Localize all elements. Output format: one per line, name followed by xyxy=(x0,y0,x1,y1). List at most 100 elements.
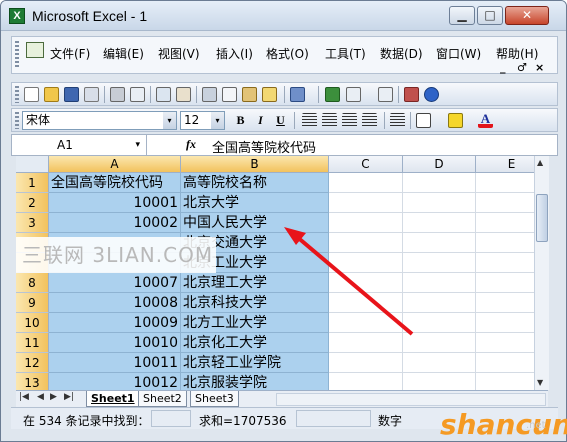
cell-code[interactable]: 10008 xyxy=(49,293,181,313)
cell-code[interactable]: 10009 xyxy=(49,313,181,333)
column-header-d[interactable]: D xyxy=(403,156,476,173)
fx-icon[interactable]: fx xyxy=(186,137,196,152)
chevron-down-icon[interactable]: ▾ xyxy=(135,135,140,155)
column-header-c[interactable]: C xyxy=(329,156,403,173)
cell-name[interactable]: 北方工业大学 xyxy=(181,313,329,333)
cell-code[interactable]: 10001 xyxy=(49,193,181,213)
font-size-select[interactable]: 12 ▾ xyxy=(180,111,225,130)
align-center-icon[interactable] xyxy=(322,113,337,128)
next-sheet-icon[interactable]: ▶ xyxy=(50,392,57,402)
menu-file[interactable]: 文件(F) xyxy=(50,45,90,62)
column-header-b[interactable]: B xyxy=(181,156,329,173)
copy-icon[interactable] xyxy=(222,87,237,102)
menu-window[interactable]: 窗口(W) xyxy=(436,45,481,62)
maximize-button[interactable]: □ xyxy=(477,6,503,25)
empty-cell[interactable] xyxy=(329,353,403,373)
cell-name[interactable]: 北京大学 xyxy=(181,193,329,213)
font-color-icon[interactable]: A xyxy=(478,112,493,128)
cell-name[interactable]: 中国人民大学 xyxy=(181,213,329,233)
autosum-icon[interactable] xyxy=(346,87,361,102)
row-header[interactable]: 11 xyxy=(16,333,49,353)
bold-button[interactable]: B xyxy=(232,112,249,129)
cell-name[interactable]: 北京理工大学 xyxy=(181,273,329,293)
chart-wizard-icon[interactable] xyxy=(404,87,419,102)
scroll-thumb[interactable] xyxy=(536,194,548,242)
empty-cell[interactable] xyxy=(329,293,403,313)
empty-cell[interactable] xyxy=(403,193,476,213)
underline-button[interactable]: U xyxy=(272,112,289,129)
cell-code[interactable]: 10010 xyxy=(49,333,181,353)
align-left-icon[interactable] xyxy=(302,113,317,128)
open-icon[interactable] xyxy=(44,87,59,102)
cell-code[interactable]: 10002 xyxy=(49,213,181,233)
hyperlink-icon[interactable] xyxy=(325,87,340,102)
cell-name[interactable]: 北京化工大学 xyxy=(181,333,329,353)
paste-icon[interactable] xyxy=(242,87,257,102)
save-icon[interactable] xyxy=(64,87,79,102)
select-all-corner[interactable] xyxy=(16,156,49,173)
research-icon[interactable] xyxy=(176,87,191,102)
cut-icon[interactable] xyxy=(202,87,217,102)
first-sheet-icon[interactable]: |◀ xyxy=(19,392,29,402)
menu-format[interactable]: 格式(O) xyxy=(266,45,309,62)
sheet-tab-2[interactable]: Sheet2 xyxy=(138,391,187,407)
prev-sheet-icon[interactable]: ◀ xyxy=(37,392,44,402)
font-name-select[interactable]: 宋体 ▾ xyxy=(22,111,177,130)
borders-icon[interactable] xyxy=(416,113,431,128)
empty-cell[interactable] xyxy=(403,273,476,293)
menu-help[interactable]: 帮助(H) xyxy=(496,45,538,62)
empty-cell[interactable] xyxy=(403,253,476,273)
empty-cell[interactable] xyxy=(403,213,476,233)
close-button[interactable]: ✕ xyxy=(505,6,549,25)
spelling-icon[interactable] xyxy=(156,87,171,102)
formula-input[interactable]: 全国高等院校代码 xyxy=(212,137,316,156)
empty-cell[interactable] xyxy=(329,333,403,353)
help-icon[interactable] xyxy=(424,87,439,102)
menu-view[interactable]: 视图(V) xyxy=(158,45,200,62)
print-preview-icon[interactable] xyxy=(130,87,145,102)
last-sheet-icon[interactable]: ▶| xyxy=(64,392,74,402)
row-header[interactable]: 12 xyxy=(16,353,49,373)
menu-insert[interactable]: 插入(I) xyxy=(216,45,253,62)
scroll-up-icon[interactable]: ▲ xyxy=(537,158,543,167)
format-painter-icon[interactable] xyxy=(262,87,277,102)
cell-name[interactable]: 北京轻工业学院 xyxy=(181,353,329,373)
cell-name[interactable]: 北京服装学院 xyxy=(181,373,329,390)
decrease-indent-icon[interactable] xyxy=(390,113,405,128)
chevron-down-icon[interactable]: ▾ xyxy=(163,112,176,129)
sheet-tab-3[interactable]: Sheet3 xyxy=(190,391,239,407)
fill-color-icon[interactable] xyxy=(448,113,463,128)
scroll-down-icon[interactable]: ▼ xyxy=(537,378,543,387)
doc-close-button[interactable]: × xyxy=(535,61,544,74)
empty-cell[interactable] xyxy=(329,193,403,213)
merge-center-icon[interactable] xyxy=(362,113,377,128)
empty-cell[interactable] xyxy=(329,373,403,390)
menu-tools[interactable]: 工具(T) xyxy=(325,45,366,62)
toolbar-grip[interactable] xyxy=(15,112,19,129)
menu-edit[interactable]: 编辑(E) xyxy=(103,45,144,62)
empty-cell[interactable] xyxy=(403,333,476,353)
doc-restore-button[interactable]: ♂ xyxy=(517,61,527,74)
row-header[interactable]: 2 xyxy=(16,193,49,213)
permission-icon[interactable] xyxy=(84,87,99,102)
undo-icon[interactable] xyxy=(290,87,305,102)
cell-name[interactable]: 高等院校名称 xyxy=(181,173,329,193)
cell-code[interactable]: 10012 xyxy=(49,373,181,390)
empty-cell[interactable] xyxy=(329,213,403,233)
workbook-icon[interactable] xyxy=(26,42,44,58)
chevron-down-icon[interactable]: ▾ xyxy=(211,112,224,129)
row-header[interactable]: 3 xyxy=(16,213,49,233)
empty-cell[interactable] xyxy=(403,313,476,333)
cell-code[interactable]: 全国高等院校代码 xyxy=(49,173,181,193)
vertical-scrollbar[interactable]: ▲ ▼ xyxy=(534,156,549,390)
empty-cell[interactable] xyxy=(403,373,476,390)
row-header[interactable]: 8 xyxy=(16,273,49,293)
sheet-tab-1[interactable]: Sheet1 xyxy=(86,391,140,407)
menu-data[interactable]: 数据(D) xyxy=(380,45,423,62)
align-right-icon[interactable] xyxy=(342,113,357,128)
empty-cell[interactable] xyxy=(329,233,403,253)
row-header[interactable]: 13 xyxy=(16,373,49,390)
empty-cell[interactable] xyxy=(329,313,403,333)
horizontal-scrollbar[interactable] xyxy=(276,393,546,406)
row-header[interactable]: 9 xyxy=(16,293,49,313)
